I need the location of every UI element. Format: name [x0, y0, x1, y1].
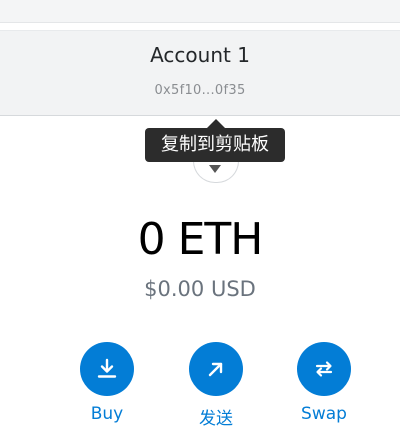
tooltip-arrow — [207, 119, 225, 128]
buy-button[interactable]: Buy — [62, 342, 152, 424]
swap-icon — [315, 361, 333, 377]
caret-down-icon — [209, 165, 221, 173]
balance-primary: 0 ETH — [137, 214, 264, 265]
swap-label: Swap — [301, 404, 347, 424]
buy-button-circle[interactable] — [80, 342, 134, 396]
copy-tooltip: 复制到剪贴板 — [145, 128, 285, 162]
account-selector[interactable]: Account 1 0x5f10...0f35 — [0, 30, 400, 116]
swap-button-circle[interactable] — [297, 342, 351, 396]
send-label: 发送 — [199, 409, 233, 429]
send-button-circle[interactable] — [189, 342, 243, 396]
account-address[interactable]: 0x5f10...0f35 — [0, 83, 400, 98]
buy-label: Buy — [90, 404, 124, 424]
send-button[interactable]: 发送 — [171, 342, 261, 429]
balance-fiat: $0.00 USD — [144, 277, 256, 301]
account-name: Account 1 — [150, 43, 250, 67]
top-strip — [0, 0, 400, 23]
arrow-up-right-icon — [208, 362, 223, 377]
swap-button[interactable]: Swap — [279, 342, 369, 424]
download-icon — [97, 358, 117, 378]
